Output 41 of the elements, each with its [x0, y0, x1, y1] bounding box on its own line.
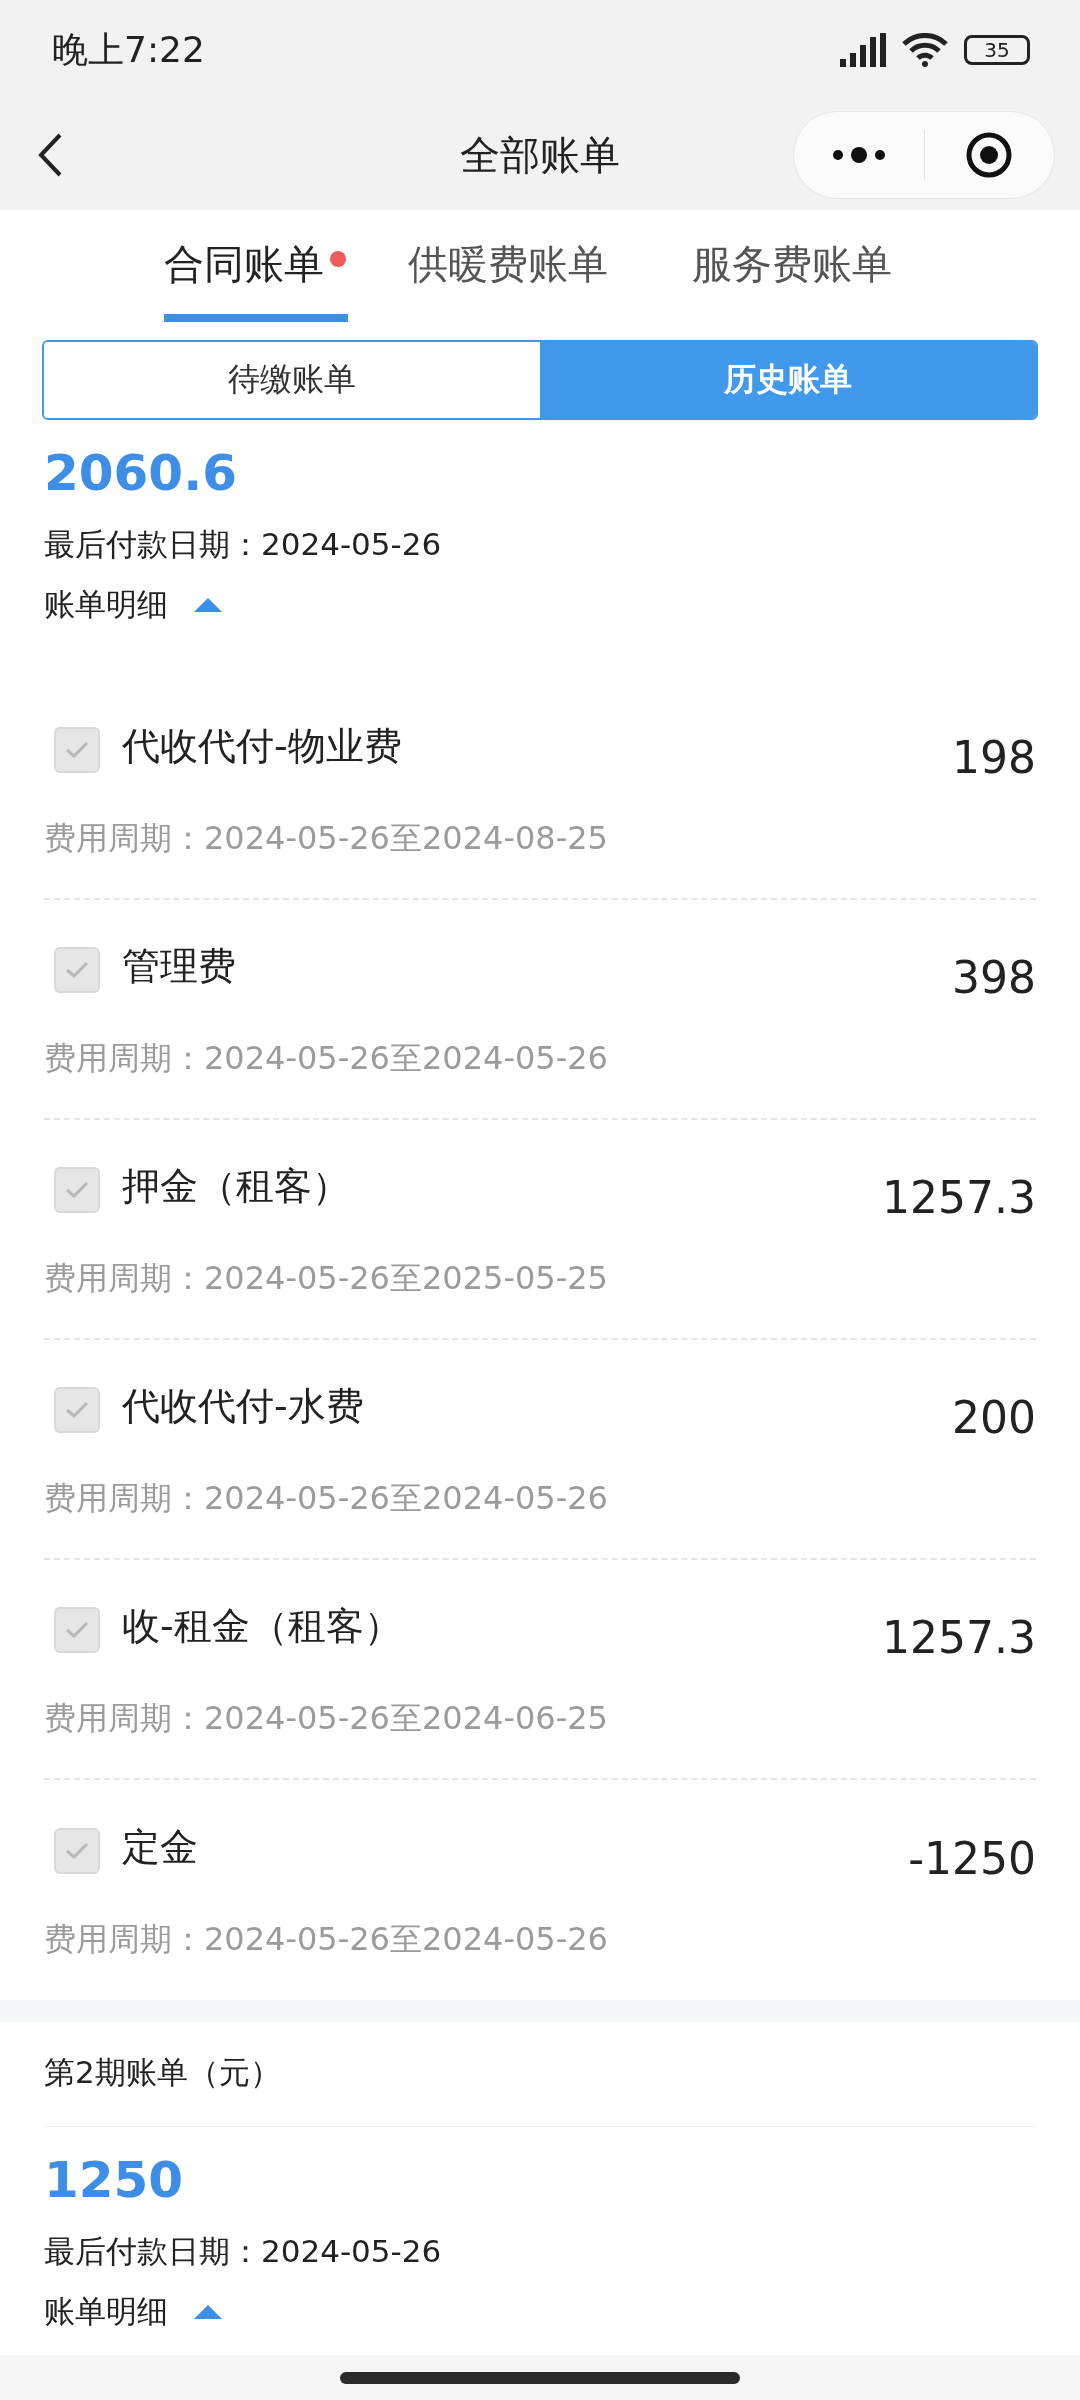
fee-period: 费用周期：2024-05-26至2024-05-26 — [44, 1918, 609, 1960]
fee-period: 费用周期：2024-05-26至2024-08-25 — [44, 817, 609, 859]
fee-period: 费用周期：2024-05-26至2024-05-26 — [44, 1477, 609, 1519]
detail-label: 账单明细 — [44, 2292, 168, 2331]
bill-tab[interactable]: 服务费账单 — [692, 236, 916, 322]
battery-indicator: 35 — [964, 35, 1030, 65]
bill-tab[interactable]: 合同账单 — [164, 236, 348, 322]
checkmark-icon — [64, 1180, 90, 1200]
fee-name: 管理费 — [122, 942, 237, 990]
fee-amount: 200 — [952, 1391, 1036, 1443]
checkmark-icon — [64, 740, 90, 760]
checkmark-icon — [64, 1620, 90, 1640]
checkmark-icon — [64, 1400, 90, 1420]
fee-name: 收-租金（租客） — [122, 1602, 403, 1650]
bill-title: 第2期账单（元） — [44, 2022, 1036, 2127]
bill-tab[interactable]: 供暖费账单 — [408, 236, 632, 322]
fee-name: 代收代付-物业费 — [122, 722, 403, 770]
caret-icon[interactable] — [194, 598, 222, 612]
fee-period: 费用周期：2024-05-26至2024-05-26 — [44, 1037, 609, 1079]
page-title: 全部账单 — [459, 130, 621, 180]
detail-label: 账单明细 — [44, 585, 168, 624]
due-date: 最后付款日期：2024-05-26 — [44, 525, 443, 564]
caret-icon[interactable] — [194, 2305, 222, 2319]
fee-name: 押金（租客） — [122, 1162, 351, 1210]
fee-amount: 198 — [952, 731, 1036, 783]
fee-amount: 398 — [952, 951, 1036, 1003]
fee-amount: 1257.3 — [882, 1611, 1036, 1663]
checkmark-icon — [64, 1841, 90, 1861]
checkmark-icon — [64, 960, 90, 980]
fee-period: 费用周期：2024-05-26至2024-06-25 — [44, 1697, 609, 1739]
bill-total: 1250 — [44, 2150, 185, 2211]
back-button[interactable] — [36, 132, 64, 178]
fee-name: 定金 — [122, 1823, 199, 1871]
fee-name: 代收代付-水费 — [122, 1382, 365, 1430]
fee-amount: -1250 — [908, 1832, 1036, 1884]
bill-total: 2060.6 — [44, 443, 238, 504]
fee-amount: 1257.3 — [882, 1171, 1036, 1223]
status-time: 晚上7:22 — [52, 27, 205, 72]
wifi-icon — [902, 33, 948, 67]
due-date: 最后付款日期：2024-05-26 — [44, 2232, 443, 2271]
fee-period: 费用周期：2024-05-26至2025-05-25 — [44, 1257, 609, 1299]
